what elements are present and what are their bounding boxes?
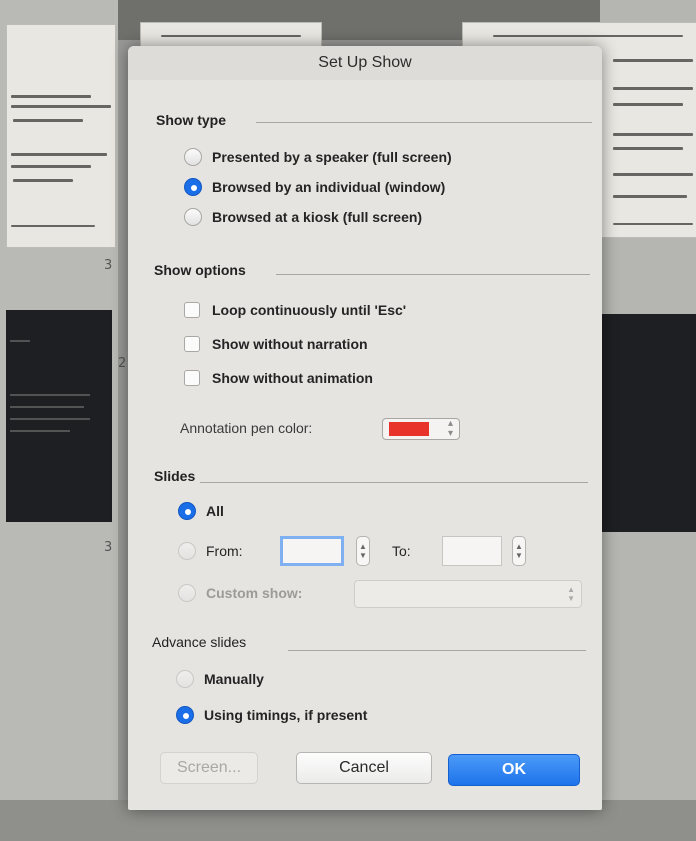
slide-number-label: 2 (118, 356, 127, 371)
radio-using-timings[interactable]: Using timings, if present (176, 706, 367, 724)
option-label: Browsed at a kiosk (full screen) (212, 209, 423, 225)
radio-slides-all[interactable]: All (178, 502, 224, 520)
to-slide-stepper[interactable]: ▲ ▼ (512, 536, 526, 566)
option-label: Presented by a speaker (full screen) (212, 149, 452, 165)
to-label: To: (392, 543, 411, 559)
option-label: Using timings, if present (204, 707, 368, 723)
option-label: From: (206, 543, 243, 559)
show-type-heading: Show type (156, 112, 227, 128)
slides-heading: Slides (154, 468, 196, 484)
divider (200, 482, 588, 483)
radio-button-selected[interactable] (176, 706, 194, 724)
option-label: Browsed by an individual (window) (212, 179, 446, 195)
radio-button[interactable] (176, 670, 194, 688)
divider (288, 650, 586, 651)
radio-button-selected[interactable] (184, 178, 202, 196)
slide-number-label: 3 (104, 258, 113, 273)
from-slide-stepper[interactable]: ▲ ▼ (356, 536, 370, 566)
advance-slides-heading: Advance slides (152, 634, 247, 650)
radio-advance-manually[interactable]: Manually (176, 670, 264, 688)
divider (276, 274, 590, 275)
custom-show-popup[interactable]: ▲ ▼ (354, 580, 582, 608)
ok-button[interactable]: OK (448, 754, 580, 786)
option-label: Show without animation (212, 370, 373, 386)
pen-color-label: Annotation pen color: (180, 420, 313, 436)
radio-button[interactable] (184, 208, 202, 226)
cancel-button[interactable]: Cancel (296, 752, 432, 784)
dialog-title: Set Up Show (128, 46, 602, 80)
radio-slides-from[interactable]: From: (178, 542, 243, 560)
slide-thumbnail-sheet-music[interactable] (6, 24, 116, 248)
checkbox[interactable] (184, 302, 200, 318)
option-label: All (206, 503, 224, 519)
from-slide-field[interactable] (280, 536, 344, 566)
show-options-heading: Show options (154, 262, 246, 278)
slide-thumbnail-dark-right[interactable] (600, 314, 696, 532)
option-label: Show without narration (212, 336, 368, 352)
radio-button[interactable] (178, 542, 196, 560)
checkbox-loop-continuously[interactable]: Loop continuously until 'Esc' (184, 302, 406, 318)
checkbox-without-animation[interactable]: Show without animation (184, 370, 373, 386)
radio-button[interactable] (178, 584, 196, 602)
updown-arrows-icon: ▴ ▾ (447, 418, 453, 439)
radio-presented-by-speaker[interactable]: Presented by a speaker (full screen) (184, 148, 452, 166)
radio-custom-show[interactable]: Custom show: (178, 584, 302, 602)
updown-arrows-icon: ▲ ▼ (567, 585, 575, 603)
divider (256, 122, 592, 123)
radio-button-selected[interactable] (178, 502, 196, 520)
radio-button[interactable] (184, 148, 202, 166)
pen-color-picker[interactable]: ▴ ▾ (382, 418, 460, 440)
screen-button[interactable]: Screen... (160, 752, 258, 784)
checkbox[interactable] (184, 336, 200, 352)
option-label: Loop continuously until 'Esc' (212, 302, 407, 318)
checkbox[interactable] (184, 370, 200, 386)
option-label: Custom show: (206, 585, 303, 601)
checkbox-without-narration[interactable]: Show without narration (184, 336, 368, 352)
pen-color-swatch (389, 422, 429, 436)
radio-browsed-by-individual[interactable]: Browsed by an individual (window) (184, 178, 445, 196)
slide-number-label: 3 (104, 540, 113, 555)
option-label: Manually (204, 671, 264, 687)
set-up-show-dialog: Set Up Show Show type Presented by a spe… (128, 46, 602, 810)
slide-thumbnail-dark-left[interactable] (6, 310, 112, 522)
radio-browsed-at-kiosk[interactable]: Browsed at a kiosk (full screen) (184, 208, 422, 226)
to-slide-field[interactable] (442, 536, 502, 566)
